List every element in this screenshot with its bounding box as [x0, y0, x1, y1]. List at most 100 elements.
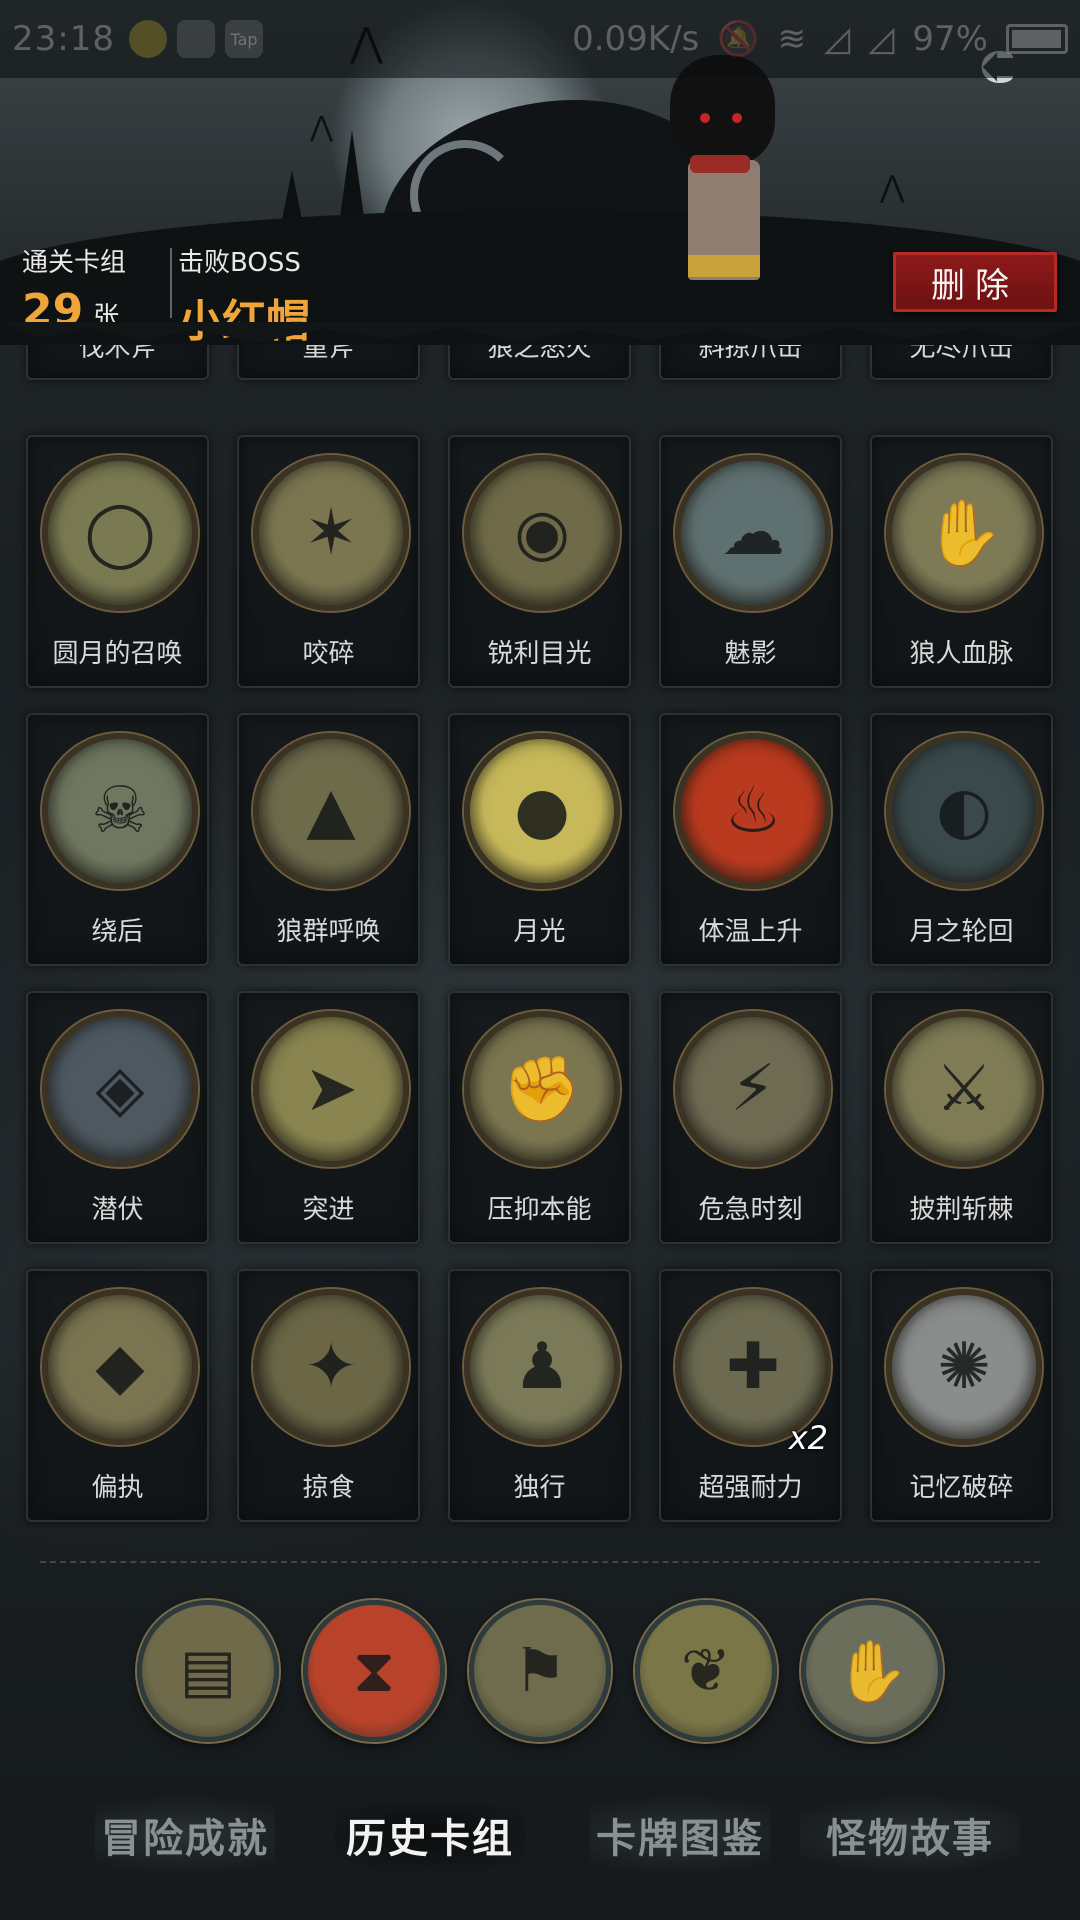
- phoenix-feather-button[interactable]: ❦: [635, 1600, 777, 1742]
- clear-deck-label: 通关卡组: [22, 248, 127, 278]
- bat-icon: ⋀: [310, 110, 333, 143]
- moon-howl-icon: ●: [464, 733, 620, 889]
- bat-icon: ⋀: [880, 170, 905, 205]
- card[interactable]: ✚ x2 超强耐力: [659, 1269, 842, 1522]
- suppress-instinct-icon: ✊: [464, 1011, 620, 1167]
- boy-character: [660, 55, 790, 315]
- axe-thorns-icon: ⚔: [886, 1011, 1042, 1167]
- wolf-glare-icon: ◉: [464, 455, 620, 611]
- hand-cards-icon: ✋: [834, 1636, 910, 1707]
- card-art-glyph: ✊: [502, 1052, 582, 1127]
- red-eye-icon: [700, 113, 710, 123]
- card-art-glyph: ✦: [304, 1330, 358, 1404]
- card-art-glyph: ✋: [924, 496, 1004, 571]
- nav-tab-2[interactable]: 卡牌图鉴: [590, 1795, 770, 1875]
- red-eye-icon: [732, 113, 742, 123]
- card-art-glyph: ♨: [724, 774, 782, 848]
- card-deck-skull-button[interactable]: ▤: [137, 1600, 279, 1742]
- card[interactable]: ✦ 掠食: [237, 1269, 420, 1522]
- card-name: 危急时刻: [698, 1195, 803, 1225]
- moon-phases-icon: ◐: [886, 733, 1042, 889]
- nav-tab-1[interactable]: 历史卡组: [335, 1795, 525, 1875]
- card-name: 潜伏: [91, 1195, 144, 1225]
- wolf-pack-icon: ▲: [253, 733, 409, 889]
- card-deck-skull-icon: ▤: [179, 1636, 237, 1706]
- card-art-glyph: ◐: [936, 774, 992, 848]
- card-name: 狼人血脉: [909, 639, 1014, 669]
- notification-icon: [128, 20, 167, 58]
- card-art-glyph: ✚: [726, 1330, 780, 1404]
- card[interactable]: ▲ 狼群呼唤: [237, 713, 420, 966]
- card[interactable]: ⚡ 危急时刻: [659, 991, 842, 1244]
- card[interactable]: ◈ 潜伏: [26, 991, 209, 1244]
- boss-label: 击败BOSS: [178, 248, 301, 278]
- card-art-glyph: ♟: [513, 1330, 571, 1404]
- card[interactable]: ➤ 突进: [237, 991, 420, 1244]
- predator-icon: ✦: [253, 1289, 409, 1445]
- card[interactable]: ✊ 压抑本能: [448, 991, 631, 1244]
- card[interactable]: ✶ 咬碎: [237, 435, 420, 688]
- card[interactable]: ♨ 体温上升: [659, 713, 842, 966]
- bear-wolf-icon: ◆: [42, 1289, 198, 1445]
- claw-hand-icon: ✋: [886, 455, 1042, 611]
- card-art-glyph: ✶: [304, 496, 358, 570]
- hourglass-skull-button[interactable]: ⧗: [303, 1600, 445, 1742]
- card[interactable]: ⚔ 披荆斩棘: [870, 991, 1053, 1244]
- signal-icon: ◿: [824, 19, 851, 59]
- boy-scarf: [690, 155, 750, 173]
- card-name: 体温上升: [698, 917, 803, 947]
- battery-percent: 97%: [912, 19, 988, 59]
- nav-tab-3[interactable]: 怪物故事: [800, 1795, 1020, 1875]
- card-art-glyph: ☁: [721, 496, 785, 570]
- card-name: 独行: [513, 1473, 566, 1503]
- card-art-glyph: ●: [514, 774, 570, 848]
- card-name: 掠食: [302, 1473, 355, 1503]
- werewolf-bite-icon: ✶: [253, 455, 409, 611]
- card[interactable]: ✺ 记忆破碎: [870, 1269, 1053, 1522]
- signal2-icon: ◿: [868, 19, 895, 59]
- card[interactable]: ◐ 月之轮回: [870, 713, 1053, 966]
- hourglass-skull-icon: ⧗: [352, 1636, 396, 1706]
- status-time: 23:18: [12, 19, 115, 59]
- card-name: 突进: [302, 1195, 355, 1225]
- card-name: 绕后: [91, 917, 144, 947]
- stat-divider: [170, 248, 172, 318]
- mute-icon: 🔕: [717, 19, 760, 59]
- boy-belt: [688, 255, 760, 277]
- app-root: 23:18 Tap 0.09K/s 🔕 ≋ ◿ ◿ 97% ⋀ ⋀ ⋀: [0, 0, 1080, 1920]
- card[interactable]: ◆ 偏执: [26, 1269, 209, 1522]
- phoenix-feather-icon: ❦: [680, 1636, 732, 1706]
- card[interactable]: ✋ 狼人血脉: [870, 435, 1053, 688]
- card-name: 锐利目光: [487, 639, 592, 669]
- card-art-glyph: ◉: [514, 496, 570, 570]
- card-grid[interactable]: 伐木斧 重斧 狼之怒火 斜掠爪击 无尽爪击 ◯ 圆月的召唤 ✶ 咬碎 ◉ 锐利目光 ☁ 魅影 ✋ 狼人血脉…: [0, 300, 1080, 1530]
- card-art-glyph: ◆: [95, 1330, 145, 1404]
- nav-tab-0[interactable]: 冒险成就: [95, 1795, 275, 1875]
- card-art-glyph: ✺: [937, 1330, 991, 1404]
- card[interactable]: ☠ 绕后: [26, 713, 209, 966]
- wifi-icon: ≋: [777, 19, 807, 59]
- card-name: 月之轮回: [909, 917, 1014, 947]
- battery-icon: [1006, 24, 1068, 54]
- card[interactable]: ◉ 锐利目光: [448, 435, 631, 688]
- delete-button[interactable]: 删除: [893, 252, 1057, 312]
- card-art-glyph: ☠: [91, 774, 149, 848]
- card-art-glyph: ➤: [304, 1052, 358, 1126]
- card[interactable]: ♟ 独行: [448, 1269, 631, 1522]
- status-bar: 23:18 Tap 0.09K/s 🔕 ≋ ◿ ◿ 97%: [0, 0, 1080, 78]
- crisis-moment-icon: ⚡: [675, 1011, 831, 1167]
- tap-app-icon: Tap: [224, 20, 263, 58]
- card-name: 魅影: [724, 639, 777, 669]
- card-name: 压抑本能: [487, 1195, 592, 1225]
- hand-cards-button[interactable]: ✋: [801, 1600, 943, 1742]
- signpost-button[interactable]: ⚑: [469, 1600, 611, 1742]
- card-name: 记忆破碎: [909, 1473, 1014, 1503]
- card[interactable]: ☁ 魅影: [659, 435, 842, 688]
- card-art-glyph: ⚡: [730, 1052, 776, 1126]
- card-name: 披荆斩棘: [909, 1195, 1014, 1225]
- card[interactable]: ● 月光: [448, 713, 631, 966]
- dashed-divider: [40, 1561, 1040, 1563]
- bottom-nav: 冒险成就 历史卡组 卡牌图鉴 怪物故事: [0, 1795, 1080, 1875]
- card[interactable]: ◯ 圆月的召唤: [26, 435, 209, 688]
- card-name: 圆月的召唤: [52, 639, 183, 669]
